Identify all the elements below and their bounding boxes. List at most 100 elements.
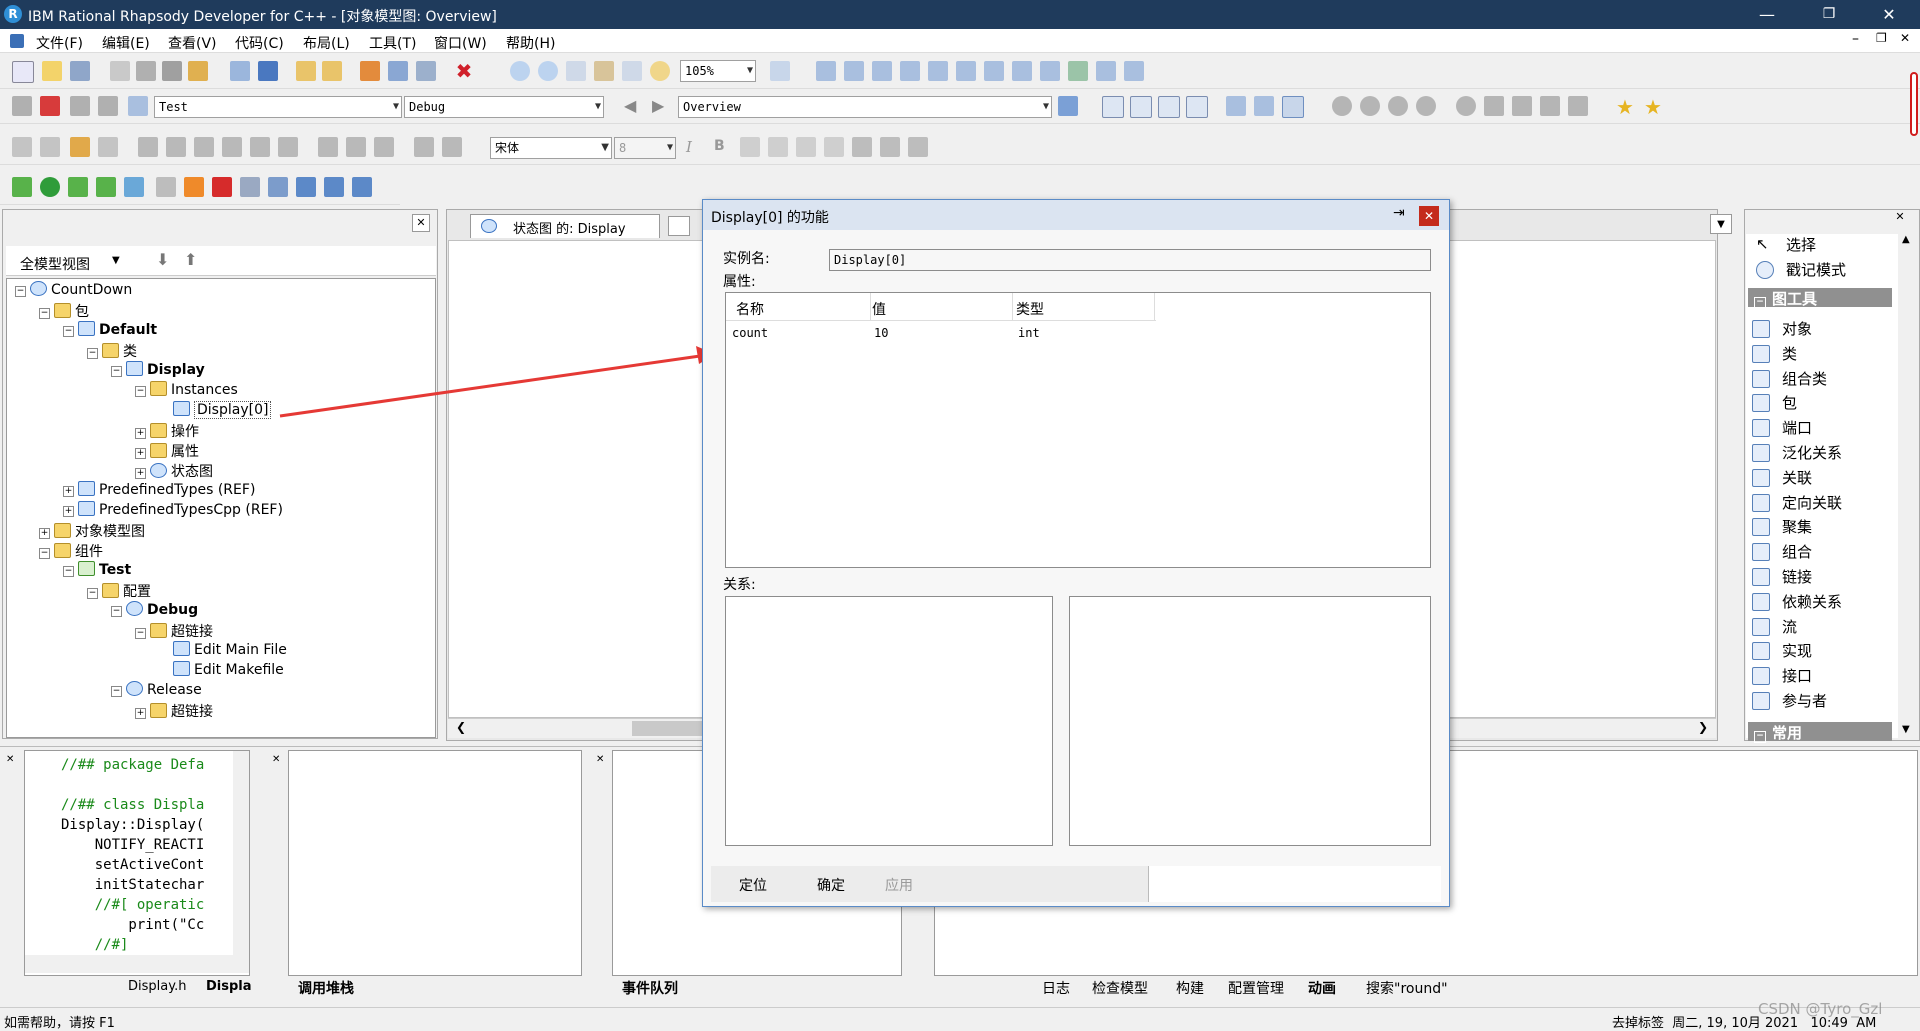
go-icon[interactable] — [40, 177, 60, 197]
code-editor[interactable]: //## package Defa //## class Displa Displa… — [24, 750, 250, 976]
menu-file[interactable]: 文件(F) — [36, 33, 83, 53]
save-icon[interactable] — [70, 61, 90, 81]
redo-icon[interactable] — [322, 61, 342, 81]
palette-object[interactable]: 对象 — [1752, 318, 1812, 339]
palette-association[interactable]: 关联 — [1752, 467, 1812, 488]
forward-arrow-icon[interactable]: ▶ — [652, 96, 664, 115]
menu-tools[interactable]: 工具(T) — [369, 33, 416, 53]
column-name-header[interactable]: 名称 — [736, 299, 764, 319]
zoom-combo[interactable]: 105% ▼ — [680, 60, 756, 82]
new-file-icon[interactable] — [12, 61, 34, 83]
tree-item-debug[interactable]: − Debug — [111, 601, 198, 618]
tree-item-statechart[interactable]: + 状态图 — [135, 461, 213, 481]
tab-animation[interactable]: 动画 — [1308, 978, 1336, 998]
tree-item-hyperlinks[interactable]: − 超链接 — [135, 621, 213, 641]
ok-button[interactable]: 确定 — [817, 875, 845, 895]
palette-scrollbar[interactable]: ▲ ▼ — [1900, 234, 1916, 738]
outer-scrollbar-thumb[interactable] — [1910, 72, 1918, 136]
tab-statechart-display[interactable]: 状态图 的: Display — [470, 214, 660, 238]
zoom-undo-icon[interactable] — [650, 61, 670, 81]
close-browser-icon[interactable]: ✕ — [412, 214, 430, 232]
tab-list-dropdown-icon[interactable]: ▼ — [1710, 214, 1732, 234]
close-button[interactable]: ✕ — [1866, 0, 1912, 29]
zoom-fit-icon[interactable] — [622, 61, 642, 81]
cut-icon[interactable] — [110, 61, 130, 81]
apply-button[interactable]: 应用 — [885, 875, 913, 895]
tab-config-management[interactable]: 配置管理 — [1228, 978, 1284, 998]
view-3-icon[interactable] — [1158, 96, 1180, 118]
diagram-b-icon[interactable] — [1360, 96, 1380, 116]
table-row[interactable]: count 10 int — [726, 323, 1156, 345]
italic-button[interactable]: I — [686, 138, 692, 156]
bullets-icon[interactable] — [824, 137, 844, 157]
palette-composite-class[interactable]: 组合类 — [1752, 368, 1827, 389]
diagram-g-icon[interactable] — [1512, 96, 1532, 116]
column-type-header[interactable]: 类型 — [1016, 299, 1044, 319]
pause-icon[interactable] — [156, 177, 176, 197]
menu-layout[interactable]: 布局(L) — [303, 33, 350, 53]
picture-icon[interactable] — [1012, 61, 1032, 81]
locate-button[interactable]: 定位 — [739, 875, 767, 895]
menu-help[interactable]: 帮助(H) — [506, 33, 555, 53]
menu-view[interactable]: 查看(V) — [168, 33, 217, 53]
locate-icon[interactable] — [360, 61, 380, 81]
zoom-in-icon[interactable] — [510, 61, 530, 81]
menu-window[interactable]: 窗口(W) — [434, 33, 487, 53]
text-align-right-icon[interactable] — [796, 137, 816, 157]
text-align-left-icon[interactable] — [740, 137, 760, 157]
font-combo[interactable]: 宋体 ▼ — [490, 137, 612, 159]
tab-display-h[interactable]: Display.h — [128, 979, 186, 994]
instance-name-field[interactable]: Display[0] — [829, 249, 1431, 271]
palette-actor[interactable]: 参与者 — [1752, 690, 1827, 711]
dialog-close-button[interactable]: ✕ — [1419, 206, 1439, 226]
fill-color-icon[interactable] — [908, 137, 928, 157]
binoculars-icon[interactable] — [1058, 96, 1078, 116]
scroll-right-icon[interactable]: ❯ — [1698, 720, 1708, 734]
mdi-minimize-button[interactable]: – — [1852, 31, 1859, 47]
tree-item-display[interactable]: − Display — [111, 361, 205, 378]
mdi-close-button[interactable]: ✕ — [1900, 31, 1910, 45]
arrange-icon[interactable] — [872, 61, 892, 81]
stop-make-icon[interactable] — [40, 96, 60, 116]
align-bottom-icon[interactable] — [194, 137, 214, 157]
code-icon[interactable] — [12, 96, 32, 116]
print-icon[interactable] — [230, 61, 250, 81]
palette-stamp-mode[interactable]: 戳记模式 — [1756, 259, 1846, 280]
ruler-icon[interactable] — [70, 137, 90, 157]
palette-aggregation[interactable]: 聚集 — [1752, 516, 1812, 537]
chevron-down-icon[interactable]: ▼ — [112, 255, 120, 266]
palette-package[interactable]: 包 — [1752, 392, 1797, 413]
tree-item-attributes[interactable]: + 属性 — [135, 441, 199, 461]
tree-item-predefinedtypes[interactable]: + PredefinedTypes (REF) — [63, 481, 255, 498]
tree-item-default[interactable]: − Default — [63, 321, 157, 338]
text-align-center-icon[interactable] — [768, 137, 788, 157]
tree-item-object-model-diagrams[interactable]: + 对象模型图 — [39, 521, 145, 541]
align-top-icon[interactable] — [138, 137, 158, 157]
tree-item-release[interactable]: − Release — [111, 681, 202, 698]
view-4-icon[interactable] — [1186, 96, 1208, 118]
diagram-d-icon[interactable] — [1416, 96, 1436, 116]
font-size-combo[interactable]: 8 ▼ — [614, 137, 676, 159]
palette-class[interactable]: 类 — [1752, 343, 1797, 364]
space-vertical-icon[interactable] — [442, 137, 462, 157]
move-up-icon[interactable]: ⬆ — [184, 250, 197, 269]
mdi-restore-button[interactable]: ❐ — [1876, 31, 1887, 45]
align-center-icon[interactable] — [250, 137, 270, 157]
tab-display-cpp[interactable]: Displa — [206, 979, 252, 994]
palette-realization[interactable]: 实现 — [1752, 640, 1812, 661]
web-icon[interactable] — [1068, 61, 1088, 81]
palette-header-common[interactable]: − 常用 — [1748, 722, 1892, 743]
palette-header-diagram-tools[interactable]: − 图工具 — [1748, 288, 1892, 309]
connect-icon[interactable] — [956, 61, 976, 81]
tree-item-test[interactable]: − Test — [63, 561, 131, 578]
space-horizontal-icon[interactable] — [414, 137, 434, 157]
open-diagram-icon[interactable] — [388, 61, 408, 81]
open-folder-icon[interactable] — [42, 61, 62, 81]
scroll-up-icon[interactable]: ▲ — [1902, 234, 1910, 245]
diagram-f-icon[interactable] — [1484, 96, 1504, 116]
tree-item-configurations[interactable]: − 配置 — [87, 581, 151, 601]
add-favorite-icon[interactable]: ★ — [1644, 95, 1662, 119]
features-window-icon[interactable] — [1282, 96, 1304, 118]
diagram-i-icon[interactable] — [1568, 96, 1588, 116]
generate-make-run-icon[interactable] — [98, 96, 118, 116]
